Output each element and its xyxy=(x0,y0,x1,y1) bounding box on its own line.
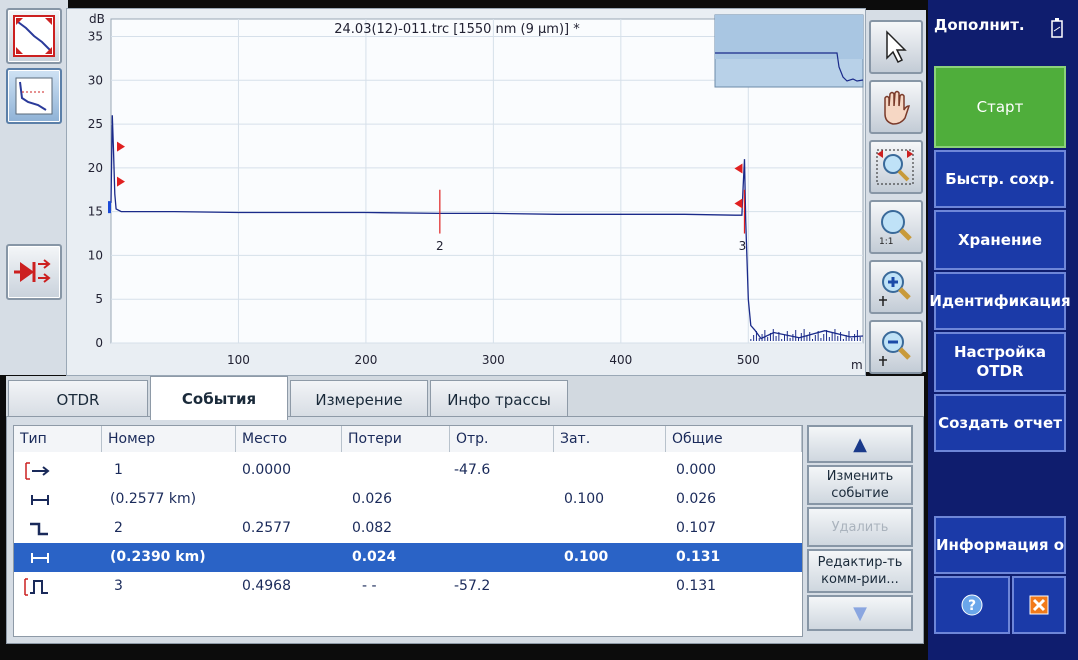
battery-icon xyxy=(1051,18,1063,38)
end-event-icon xyxy=(24,578,48,596)
help-button[interactable]: ? xyxy=(934,576,1010,634)
x-axis-ticks: 100 200 300 400 500 xyxy=(227,353,760,367)
x-tick-label: 500 xyxy=(737,353,760,367)
event-marker-label: 2 xyxy=(436,239,444,253)
cursor-mode-button[interactable] xyxy=(869,20,923,74)
identification-button[interactable]: Идентификация xyxy=(929,272,1071,330)
help-icon: ? xyxy=(961,594,983,616)
close-button[interactable] xyxy=(1012,576,1066,634)
y-tick-label: 5 xyxy=(95,292,103,306)
zoom-fit-button[interactable] xyxy=(6,8,62,64)
col-total[interactable]: Общие xyxy=(666,426,802,452)
splice-event-icon xyxy=(30,522,48,536)
y-tick-label: 10 xyxy=(88,248,103,262)
trace-plot[interactable]: 35 30 25 20 15 10 5 0 100 200 300 400 500 dB m 24.0… xyxy=(67,9,867,377)
create-report-button[interactable]: Создать отчет xyxy=(934,394,1066,452)
scroll-up-button[interactable]: ▲ xyxy=(807,425,913,463)
zoom-out-icon xyxy=(879,331,911,366)
scroll-down-button[interactable]: ▼ xyxy=(807,595,913,631)
launch-level-marker xyxy=(108,201,111,214)
delete-button[interactable]: Удалить xyxy=(807,507,913,547)
x-tick-label: 200 xyxy=(354,353,377,367)
y-tick-label: 30 xyxy=(88,73,103,87)
tab-events[interactable]: События xyxy=(150,376,288,420)
col-reflectance[interactable]: Отр. xyxy=(450,426,554,452)
events-table: Тип Номер Место Потери Отр. Зат. Общие 1… xyxy=(13,425,803,637)
zoom-toolbar: 1:1 xyxy=(866,10,926,374)
table-row[interactable]: 1 0.0000 -47.6 0.000 xyxy=(14,456,802,485)
col-type[interactable]: Тип xyxy=(14,426,102,452)
zoom-in-icon xyxy=(879,271,911,306)
x-axis-unit: m xyxy=(851,358,863,372)
menu-title: Дополнит. xyxy=(934,16,1025,34)
col-loss[interactable]: Потери xyxy=(342,426,450,452)
col-number[interactable]: Номер xyxy=(102,426,236,452)
storage-button[interactable]: Хранение xyxy=(934,210,1066,270)
event-marker-label: 3 xyxy=(739,239,747,253)
zoom-1to1-button[interactable]: 1:1 xyxy=(869,200,923,254)
zoom-1to1-icon: 1:1 xyxy=(879,210,912,247)
y-tick-label: 0 xyxy=(95,336,103,350)
cursor-arrow-icon xyxy=(886,30,907,64)
zoom-fit-icon xyxy=(13,15,55,57)
left-toolbar xyxy=(0,0,68,375)
zoom-in-button[interactable] xyxy=(869,260,923,314)
table-row-selected[interactable]: (0.2390 km) 0.024 0.100 0.131 xyxy=(14,543,802,572)
x-tick-label: 300 xyxy=(482,353,505,367)
y-tick-label: 20 xyxy=(88,161,103,175)
edit-event-button[interactable]: Изменить событие xyxy=(807,465,913,505)
fiber-section-icon xyxy=(31,495,49,505)
tab-trace-info[interactable]: Инфо трассы xyxy=(430,380,568,418)
overview-inset[interactable] xyxy=(714,14,864,88)
zoom-area-icon xyxy=(876,149,914,185)
table-row[interactable]: 2 0.2577 0.082 0.107 xyxy=(14,514,802,543)
edit-comments-button[interactable]: Редактир-ть комм-рии... xyxy=(807,549,913,593)
col-place[interactable]: Место xyxy=(236,426,342,452)
laser-source-button[interactable] xyxy=(6,244,62,300)
launch-event-icon xyxy=(25,462,50,480)
otdr-settings-button[interactable]: Настройка OTDR xyxy=(934,332,1066,392)
otdr-trace-chart[interactable]: 35 30 25 20 15 10 5 0 100 200 300 400 500 dB m 24.0… xyxy=(66,8,866,376)
x-tick-label: 400 xyxy=(609,353,632,367)
side-menu: Дополнит. Старт Быстр. сохр. Хранение Ид… xyxy=(928,0,1078,660)
zoom-out-button[interactable] xyxy=(869,320,923,374)
svg-text:1:1: 1:1 xyxy=(879,237,893,247)
y-tick-label: 35 xyxy=(88,30,103,44)
x-tick-label: 100 xyxy=(227,353,250,367)
chart-title: 24.03(12)-011.trc [1550 nm (9 µm)] * xyxy=(334,22,580,37)
trace-thumbnail-icon xyxy=(15,77,53,115)
pan-mode-button[interactable] xyxy=(869,80,923,134)
fiber-section-icon xyxy=(31,553,49,563)
zoom-area-button[interactable] xyxy=(869,140,923,194)
tab-bar: OTDR События Измерение Инфо трассы xyxy=(6,376,924,420)
trace-view-button[interactable] xyxy=(6,68,62,124)
y-tick-label: 25 xyxy=(88,117,103,131)
close-icon xyxy=(1029,595,1049,615)
y-axis-ticks: 35 30 25 20 15 10 5 0 xyxy=(88,30,103,350)
tab-measurement[interactable]: Измерение xyxy=(290,380,428,418)
col-attenuation[interactable]: Зат. xyxy=(554,426,666,452)
table-row[interactable]: 3 0.4968 - - -57.2 0.131 xyxy=(14,572,802,601)
table-row[interactable]: (0.2577 km) 0.026 0.100 0.026 xyxy=(14,485,802,514)
otdr-screen: 35 30 25 20 15 10 5 0 100 200 300 400 500 dB m 24.0… xyxy=(0,0,1078,660)
info-button[interactable]: Информация о xyxy=(934,516,1066,574)
hand-pan-icon xyxy=(884,90,911,125)
y-tick-label: 15 xyxy=(88,205,103,219)
svg-text:?: ? xyxy=(968,598,976,614)
laser-source-icon xyxy=(14,259,51,283)
quick-save-button[interactable]: Быстр. сохр. xyxy=(934,150,1066,208)
y-axis-unit: dB xyxy=(89,12,105,26)
tab-otdr[interactable]: OTDR xyxy=(8,380,148,418)
start-button[interactable]: Старт xyxy=(934,66,1066,148)
events-panel: Тип Номер Место Потери Отр. Зат. Общие 1… xyxy=(6,416,924,644)
